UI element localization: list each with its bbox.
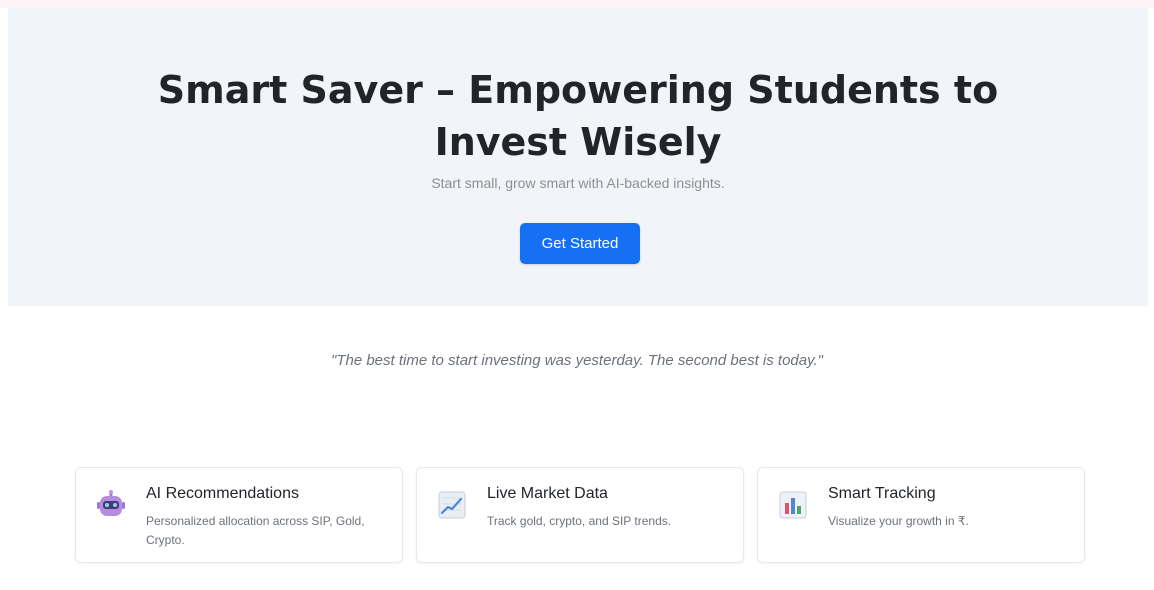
hero-subtitle: Start small, grow smart with AI-backed i… — [431, 175, 725, 191]
feature-description: Personalized allocation across SIP, Gold… — [146, 514, 365, 547]
page: Smart Saver – Empowering Students to Inv… — [0, 0, 1154, 590]
top-strip — [0, 0, 1154, 8]
investment-quote: "The best time to start investing was ye… — [331, 352, 823, 369]
get-started-button[interactable]: Get Started — [520, 223, 640, 264]
feature-card-smart-tracking: Smart Tracking Visualize your growth in … — [757, 467, 1085, 563]
bar-chart-icon — [778, 490, 808, 520]
chart-increasing-icon — [437, 490, 467, 520]
feature-card-live-market-data: Live Market Data Track gold, crypto, and… — [416, 467, 744, 563]
robot-icon — [96, 490, 126, 520]
feature-title: Live Market Data — [487, 485, 608, 502]
feature-title: Smart Tracking — [828, 485, 936, 502]
feature-title: AI Recommendations — [146, 485, 299, 502]
feature-cards: AI Recommendations Personalized allocati… — [75, 467, 1085, 563]
page-title: Smart Saver – Empowering Students to Inv… — [157, 68, 999, 164]
feature-description: Track gold, crypto, and SIP trends. — [487, 514, 672, 528]
feature-card-ai-recommendations: AI Recommendations Personalized allocati… — [75, 467, 403, 563]
hero-section: Smart Saver – Empowering Students to Inv… — [8, 8, 1148, 306]
feature-description: Visualize your growth in ₹. — [828, 514, 969, 528]
